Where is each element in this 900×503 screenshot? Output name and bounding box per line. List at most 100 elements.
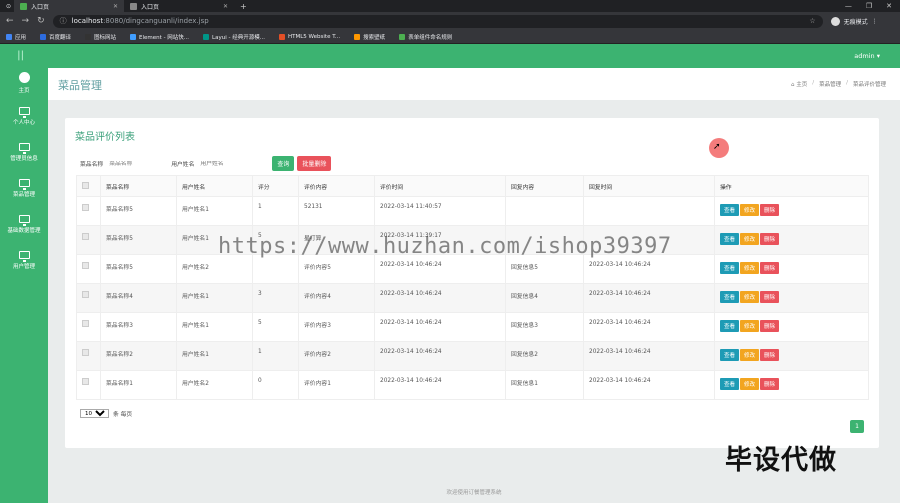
breadcrumb-home[interactable]: ⌂ 主页 — [791, 80, 807, 88]
bookmark-star-icon[interactable]: ☆ — [809, 17, 815, 25]
site-info-icon[interactable]: ⓘ — [60, 16, 67, 26]
page-title: 菜品管理 — [58, 79, 102, 92]
cell-user: 用户姓名1 — [176, 283, 253, 313]
row-checkbox[interactable] — [82, 233, 89, 240]
delete-button[interactable]: 删除 — [760, 262, 780, 274]
cell-reply-time: 2022-03-14 10:46:24 — [583, 283, 715, 313]
restore-icon[interactable]: ❐ — [866, 2, 872, 10]
page-size-select[interactable]: 10 — [80, 409, 109, 418]
sidebar-item[interactable]: 管理员信息 — [0, 134, 48, 170]
delete-button[interactable]: 删除 — [760, 204, 780, 216]
page-header: 菜品管理 ⌂ 主页 / 菜品管理 / 菜品评价管理 — [48, 68, 900, 100]
gauge-icon — [18, 72, 30, 83]
edit-button[interactable]: 修改 — [740, 262, 760, 274]
close-window-icon[interactable]: ✕ — [886, 2, 892, 10]
card-title: 菜品评价列表 — [75, 132, 135, 143]
browser-tab-strip: ⊙ 入口页 ✕ 入口页 ✕ + — ❐ ✕ — [0, 0, 900, 12]
view-button[interactable]: 查看 — [720, 291, 740, 303]
footer: 欢迎使用订餐管理系统 — [446, 490, 502, 496]
bookmark-item[interactable]: 搜索壁纸 — [354, 33, 385, 41]
batch-delete-button[interactable]: 批量删除 — [297, 156, 332, 171]
cell-score: 0 — [252, 370, 299, 400]
table-row: 菜品名称5 用户姓名1 1 52131 2022-03-14 11:40:57 查看 修改删… — [76, 196, 869, 226]
user-name-input[interactable] — [200, 160, 251, 167]
reload-icon[interactable]: ↻ — [37, 16, 45, 26]
sidebar-item[interactable]: 基础数据管理 — [0, 206, 48, 242]
delete-button[interactable]: 删除 — [760, 233, 780, 245]
row-checkbox[interactable] — [82, 204, 89, 211]
view-button[interactable]: 查看 — [720, 204, 740, 216]
row-checkbox[interactable] — [82, 291, 89, 298]
close-tab-icon[interactable]: ✕ — [113, 3, 118, 10]
delete-button[interactable]: 删除 — [760, 349, 780, 361]
row-checkbox[interactable] — [82, 262, 89, 269]
forward-icon[interactable]: → — [22, 16, 30, 26]
dish-name-input[interactable] — [109, 160, 160, 167]
browser-tab-active[interactable]: 入口页 ✕ — [14, 0, 124, 12]
bookmark-label: 应用 — [15, 34, 27, 41]
cell-reply — [505, 196, 584, 226]
view-button[interactable]: 查看 — [720, 262, 740, 274]
edit-button[interactable]: 修改 — [740, 320, 760, 332]
pagination-page[interactable]: 1 — [850, 420, 864, 433]
cell-reply: 回复信息4 — [505, 283, 584, 313]
sidebar: 主页 个人中心 管理员信息 菜品管理 基础数据管理 用户管理 — [0, 68, 48, 503]
edit-button[interactable]: 修改 — [740, 378, 760, 390]
bookmark-item[interactable]: 百度翻译 — [40, 33, 71, 41]
edit-button[interactable]: 修改 — [740, 233, 760, 245]
row-checkbox[interactable] — [82, 349, 89, 356]
row-actions: 查看 修改 删除 — [720, 291, 863, 303]
profile-button[interactable]: 无痕模式 ⋮ — [830, 16, 878, 26]
view-button[interactable]: 查看 — [720, 378, 740, 390]
bookmark-label: 百度翻译 — [49, 34, 72, 41]
edit-button[interactable]: 修改 — [740, 291, 760, 303]
breadcrumb-separator: / — [812, 80, 815, 86]
minimize-icon[interactable]: — — [845, 2, 852, 10]
edit-button[interactable]: 修改 — [740, 349, 760, 361]
cell-dish: 菜品名称2 — [100, 341, 177, 371]
breadcrumb-current: 菜品评价管理 — [852, 82, 886, 88]
row-checkbox-cell — [76, 312, 101, 342]
browser-tab[interactable]: 入口页 ✕ — [124, 0, 234, 12]
address-bar[interactable]: ⓘ localhost:8080/dingcanguanli/index.jsp… — [52, 14, 823, 28]
col-reply: 回复内容 — [505, 175, 584, 197]
bookmark-item[interactable]: Element - 网站快... — [130, 33, 189, 41]
delete-button[interactable]: 删除 — [760, 320, 780, 332]
sidebar-item[interactable]: 用户管理 — [0, 242, 48, 278]
back-icon[interactable]: ← — [6, 16, 14, 26]
more-menu-icon[interactable]: ⋮ — [872, 18, 878, 25]
bookmark-item[interactable]: HTML5 Website T... — [278, 33, 340, 40]
new-tab-button[interactable]: + — [234, 2, 253, 11]
row-checkbox-cell — [76, 196, 101, 226]
monitor-icon — [18, 106, 30, 118]
close-tab-icon[interactable]: ✕ — [223, 3, 228, 10]
bookmark-item[interactable]: 表单组件命名规则 — [399, 33, 452, 41]
view-button[interactable]: 查看 — [720, 320, 740, 332]
select-all-checkbox[interactable] — [82, 181, 89, 189]
sidebar-item[interactable]: 主页 — [0, 68, 48, 98]
bookmark-item[interactable]: 应用 — [6, 33, 26, 41]
row-checkbox[interactable] — [82, 378, 89, 385]
user-menu[interactable]: admin ▾ — [854, 52, 880, 60]
cell-user: 用户姓名1 — [176, 196, 253, 226]
dish-name-label: 菜品名称 — [80, 162, 104, 168]
monitor-icon — [18, 178, 30, 190]
view-button[interactable]: 查看 — [720, 233, 740, 245]
row-checkbox-cell — [76, 254, 101, 284]
bookmark-item[interactable]: 图标网站 — [85, 33, 116, 41]
row-checkbox[interactable] — [82, 320, 89, 327]
breadcrumb-dish[interactable]: 菜品管理 — [819, 80, 841, 88]
delete-button[interactable]: 删除 — [760, 378, 780, 390]
view-button[interactable]: 查看 — [720, 349, 740, 361]
table-row: 菜品名称2 用户姓名1 1 评价内容2 2022-03-14 10:46:24 回复信息2… — [76, 341, 869, 371]
delete-button[interactable]: 删除 — [760, 291, 780, 303]
table-header-row: 菜品名称 用户姓名 评分 评价内容 评价时间 回复内容 回复时间 操作 — [76, 175, 869, 197]
query-button[interactable]: 查询 — [272, 156, 295, 171]
browser-menu-icon[interactable]: ⊙ — [0, 0, 14, 12]
bookmark-item[interactable]: Layui - 经典开源模... — [203, 33, 265, 41]
edit-button[interactable]: 修改 — [740, 204, 760, 216]
tab-title: 入口页 — [141, 3, 160, 11]
col-actions: 操作 — [714, 175, 869, 197]
sidebar-item[interactable]: 个人中心 — [0, 98, 48, 134]
sidebar-item[interactable]: 菜品管理 — [0, 170, 48, 206]
